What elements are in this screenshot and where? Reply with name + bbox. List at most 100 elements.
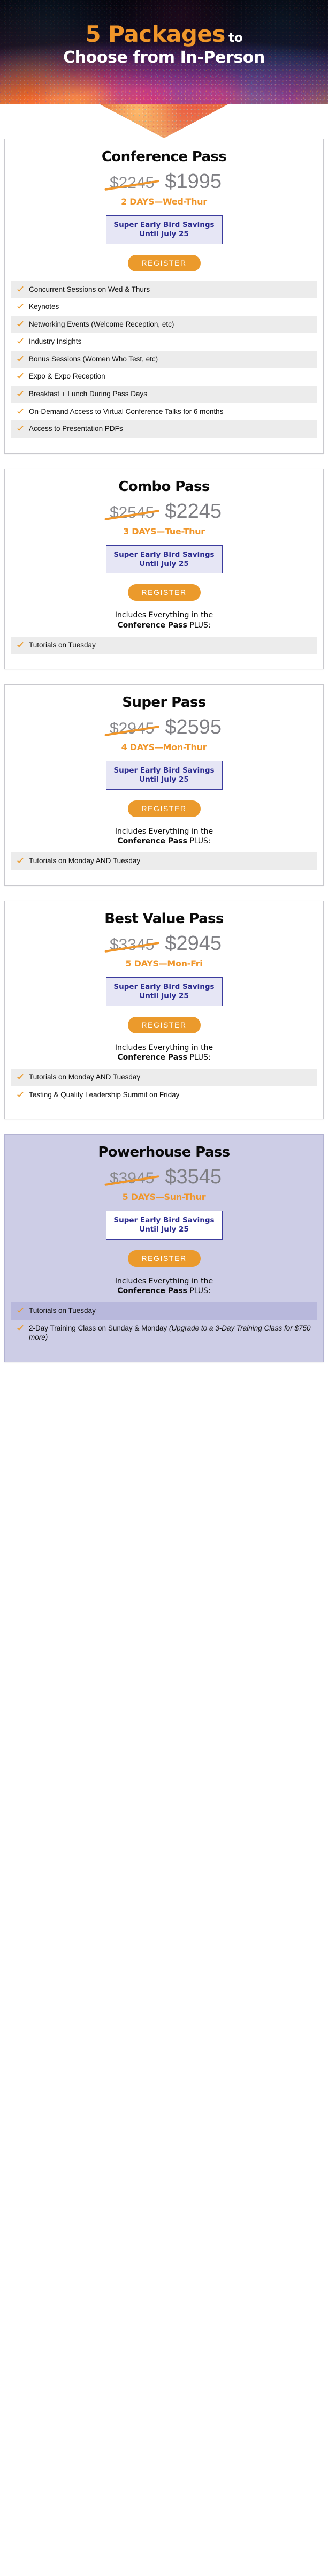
duration-label: 5 DAYS—Mon-Fri xyxy=(125,958,203,969)
feature-label: Breakfast + Lunch During Pass Days xyxy=(29,390,147,398)
feature-row: Concurrent Sessions on Wed & Thurs xyxy=(11,281,317,299)
register-button[interactable]: REGISTER xyxy=(127,800,201,818)
package-card: Conference Pass $2245 $1995 2 DAYS—Wed-Thur… xyxy=(4,139,324,454)
early-bird-savings-box: Super Early Bird Savings Until July 25 xyxy=(105,545,223,574)
feature-row: Tutorials on Tuesday xyxy=(11,636,317,654)
includes-prefix: Includes Everything in the xyxy=(115,827,213,836)
includes-bold-pass: Conference Pass xyxy=(117,1053,187,1062)
feature-list: Tutorials on Monday AND Tuesday Testing &… xyxy=(11,1069,317,1104)
price-row: $2245 $1995 xyxy=(5,170,323,193)
register-button[interactable]: REGISTER xyxy=(127,1016,201,1033)
includes-prefix: Includes Everything in the xyxy=(115,1276,213,1286)
duration-label: 5 DAYS—Sun-Thur xyxy=(122,1192,206,1203)
check-icon xyxy=(17,425,24,433)
feature-row: Networking Events (Welcome Reception, et… xyxy=(11,315,317,334)
savings-line-2: Until July 25 xyxy=(139,229,189,238)
check-icon xyxy=(17,303,24,311)
hero-notch-texture xyxy=(99,104,229,138)
package-card: Best Value Pass $3345 $2945 5 DAYS—Mon-Fri S… xyxy=(4,901,324,1120)
check-icon xyxy=(17,373,24,380)
feature-label: Testing & Quality Leadership Summit on F… xyxy=(29,1090,180,1099)
feature-label: Networking Events (Welcome Reception, et… xyxy=(29,320,174,328)
card-bottom-spacer xyxy=(5,1347,323,1350)
early-bird-savings-box: Super Early Bird Savings Until July 25 xyxy=(105,215,223,244)
check-icon xyxy=(17,321,24,328)
register-button[interactable]: REGISTER xyxy=(127,584,201,601)
package-title: Conference Pass xyxy=(101,149,227,165)
feature-row: On-Demand Access to Virtual Conference T… xyxy=(11,403,317,421)
feature-row: Bonus Sessions (Women Who Test, etc) xyxy=(11,350,317,368)
original-price: $2245 xyxy=(104,174,160,192)
feature-label: Concurrent Sessions on Wed & Thurs xyxy=(29,285,150,293)
includes-suffix: PLUS: xyxy=(187,1053,211,1062)
hero-headline-line-1: 5 Packages to xyxy=(10,22,318,46)
feature-row: Expo & Expo Reception xyxy=(11,368,317,386)
hero-banner: 5 Packages to Choose from In-Person xyxy=(0,0,328,104)
feature-label: Tutorials on Monday AND Tuesday xyxy=(29,857,141,865)
check-icon xyxy=(17,1074,24,1081)
includes-note: Includes Everything in the Conference Pas… xyxy=(13,610,315,630)
check-icon xyxy=(17,338,24,345)
includes-note: Includes Everything in the Conference Pas… xyxy=(13,1276,315,1296)
card-bottom-spacer xyxy=(5,438,323,441)
card-bottom-spacer xyxy=(5,870,323,873)
hero-text: 5 Packages to Choose from In-Person xyxy=(0,0,328,66)
feature-list: Tutorials on Monday AND Tuesday xyxy=(11,852,317,871)
check-icon xyxy=(17,286,24,293)
current-price: $2595 xyxy=(165,716,222,739)
feature-row: Industry Insights xyxy=(11,333,317,351)
includes-prefix: Includes Everything in the xyxy=(115,611,213,620)
current-price: $2945 xyxy=(165,932,222,955)
current-price: $1995 xyxy=(165,170,222,193)
package-card-list: Conference Pass $2245 $1995 2 DAYS—Wed-Thur… xyxy=(0,139,328,1386)
savings-line-1: Super Early Bird Savings xyxy=(113,221,215,229)
feature-label: Industry Insights xyxy=(29,337,82,346)
current-price: $2245 xyxy=(165,500,222,523)
savings-line-2: Until July 25 xyxy=(139,775,189,784)
check-icon xyxy=(17,1325,24,1332)
includes-bold-pass: Conference Pass xyxy=(117,837,187,846)
price-row: $2945 $2595 xyxy=(5,716,323,739)
feature-list: Tutorials on Tuesday xyxy=(11,636,317,654)
feature-row: Tutorials on Monday AND Tuesday xyxy=(11,1069,317,1086)
price-row: $3945 $3545 xyxy=(5,1166,323,1189)
feature-row: Testing & Quality Leadership Summit on F… xyxy=(11,1086,317,1104)
feature-row: Access to Presentation PDFs xyxy=(11,420,317,438)
includes-bold-pass: Conference Pass xyxy=(117,621,187,630)
hero-headline-line-2: Choose from In-Person xyxy=(63,48,265,67)
package-title: Super Pass xyxy=(122,694,206,711)
early-bird-savings-box: Super Early Bird Savings Until July 25 xyxy=(105,1211,223,1240)
current-price: $3545 xyxy=(165,1166,222,1189)
package-card: Super Pass $2945 $2595 4 DAYS—Mon-Thur Super… xyxy=(4,684,324,886)
original-price: $2545 xyxy=(104,504,160,522)
original-price: $3345 xyxy=(104,936,160,954)
check-icon xyxy=(17,641,24,649)
includes-suffix: PLUS: xyxy=(187,621,211,630)
check-icon xyxy=(17,1307,24,1315)
check-icon xyxy=(17,857,24,865)
package-title: Powerhouse Pass xyxy=(98,1144,230,1161)
hero-notch-area xyxy=(0,104,328,139)
register-button[interactable]: REGISTER xyxy=(127,1250,201,1267)
feature-row: Keynotes xyxy=(11,298,317,316)
check-icon xyxy=(17,390,24,398)
includes-note: Includes Everything in the Conference Pas… xyxy=(13,1043,315,1062)
feature-label: Access to Presentation PDFs xyxy=(29,425,123,433)
check-icon xyxy=(17,356,24,363)
early-bird-savings-box: Super Early Bird Savings Until July 25 xyxy=(105,761,223,790)
savings-line-2: Until July 25 xyxy=(139,1225,189,1234)
includes-suffix: PLUS: xyxy=(187,1287,211,1296)
feature-row: 2-Day Training Class on Sunday & Monday … xyxy=(11,1320,317,1347)
hero-headline-to: to xyxy=(228,31,243,45)
feature-label: Tutorials on Tuesday xyxy=(29,640,96,649)
card-bottom-spacer xyxy=(5,1104,323,1107)
feature-label: On-Demand Access to Virtual Conference T… xyxy=(29,407,224,416)
card-bottom-spacer xyxy=(5,654,323,657)
original-price: $3945 xyxy=(104,1169,160,1188)
feature-label: Tutorials on Tuesday xyxy=(29,1306,96,1315)
feature-list: Concurrent Sessions on Wed & Thurs Keynot… xyxy=(11,281,317,438)
feature-label: 2-Day Training Class on Sunday & Monday … xyxy=(29,1324,311,1342)
register-button[interactable]: REGISTER xyxy=(127,254,201,271)
duration-label: 3 DAYS—Tue-Thur xyxy=(123,526,205,537)
savings-line-2: Until July 25 xyxy=(139,991,189,1000)
